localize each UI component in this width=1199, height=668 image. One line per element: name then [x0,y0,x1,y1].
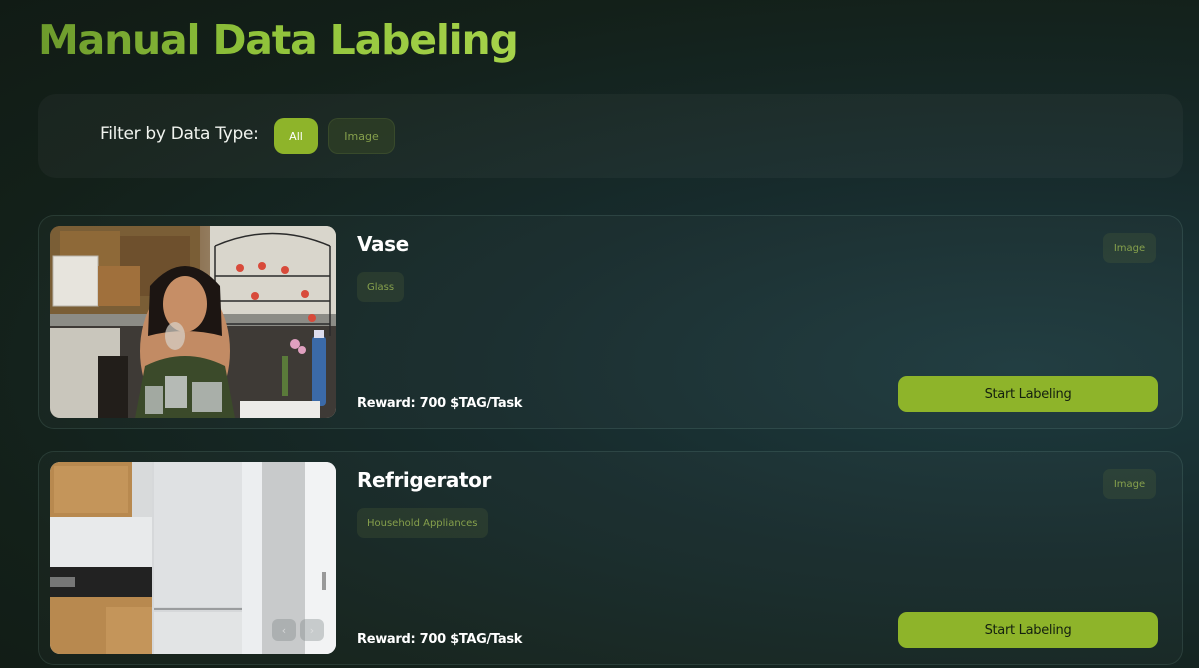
page-title: Manual Data Labeling [38,16,519,64]
start-labeling-button[interactable]: Start Labeling [898,376,1158,412]
type-badge: Image [1103,469,1156,499]
filter-panel: Filter by Data Type: All Image [38,94,1183,178]
photo-icon [50,226,336,418]
start-labeling-button[interactable]: Start Labeling [898,612,1158,648]
task-image-refrigerator: ‹ › [50,462,336,654]
filter-image-button[interactable]: Image [328,118,395,154]
type-badge: Image [1103,233,1156,263]
chevron-right-icon[interactable]: › [300,619,324,641]
task-tag: Household Appliances [357,508,488,538]
task-title: Refrigerator [357,468,491,492]
gallery-nav: ‹ › [272,619,324,641]
task-image-vase [50,226,336,418]
filter-all-button[interactable]: All [274,118,318,154]
task-card-refrigerator: ‹ › Refrigerator Household Appliances Im… [38,451,1183,665]
task-reward: Reward: 700 $TAG/Task [357,632,523,647]
filter-label: Filter by Data Type: [100,124,259,144]
task-card-vase: Vase Glass Image Reward: 700 $TAG/Task S… [38,215,1183,429]
chevron-left-icon[interactable]: ‹ [272,619,296,641]
task-reward: Reward: 700 $TAG/Task [357,396,523,411]
task-title: Vase [357,232,409,256]
task-tag: Glass [357,272,405,302]
